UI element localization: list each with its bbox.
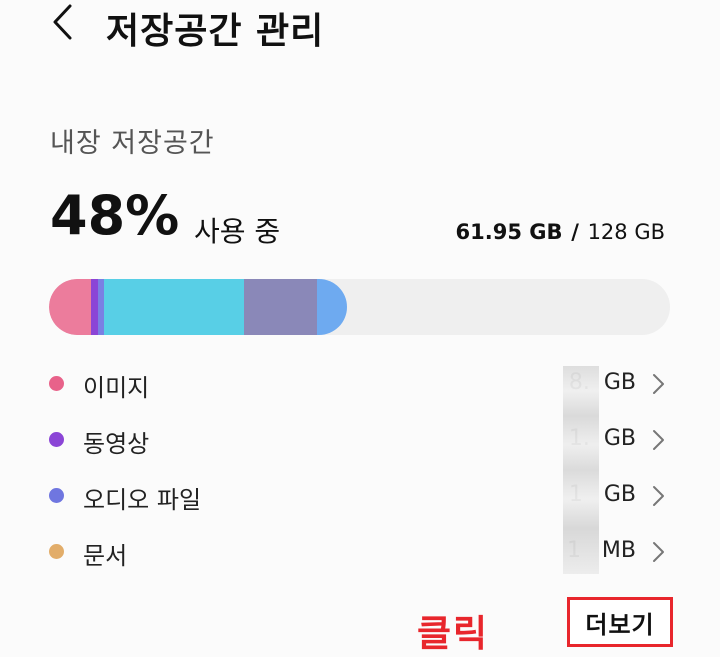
usage-percent: 48%	[50, 184, 180, 247]
category-label: 이미지	[83, 374, 150, 402]
category-row[interactable]: 이미지 8. GB	[0, 356, 720, 412]
storage-bar-fill	[49, 279, 347, 335]
category-dot	[49, 376, 64, 391]
more-button[interactable]: 더보기	[567, 597, 673, 647]
category-dot	[49, 432, 64, 447]
category-label: 오디오 파일	[83, 486, 202, 514]
storage-segment-1	[91, 279, 98, 335]
section-title: 내장 저장공간	[50, 128, 215, 159]
chevron-right-icon	[653, 486, 664, 506]
redaction-blur	[563, 366, 599, 574]
used-amount: 61.95 GB	[455, 220, 563, 244]
category-label: 문서	[83, 542, 128, 570]
chevron-right-icon	[653, 430, 664, 450]
usage-amount: 61.95 GB / 128 GB	[456, 220, 665, 244]
storage-segment-0	[49, 279, 91, 335]
storage-segment-3	[104, 279, 244, 335]
page-title: 저장공간 관리	[106, 11, 325, 52]
total-amount: 128 GB	[587, 220, 665, 244]
app-header: 저장공간 관리	[0, 0, 720, 60]
category-dot	[49, 544, 64, 559]
usage-summary: 48% 사용 중 61.95 GB / 128 GB	[50, 184, 665, 249]
usage-label: 사용 중	[194, 215, 281, 248]
storage-segment-4	[244, 279, 317, 335]
category-label: 동영상	[83, 430, 150, 458]
category-row[interactable]: 오디오 파일 1 GB	[0, 468, 720, 524]
back-button[interactable]	[40, 0, 84, 44]
storage-bar	[49, 279, 670, 335]
category-dot	[49, 488, 64, 503]
chevron-right-icon	[653, 374, 664, 394]
category-row[interactable]: 동영상 1. GB	[0, 412, 720, 468]
chevron-left-icon	[53, 4, 72, 40]
category-row[interactable]: 문서 1 MB	[0, 524, 720, 580]
amount-separator: /	[571, 220, 579, 244]
storage-segment-5	[317, 279, 347, 335]
click-annotation: 클릭	[417, 612, 490, 655]
chevron-right-icon	[653, 542, 664, 562]
